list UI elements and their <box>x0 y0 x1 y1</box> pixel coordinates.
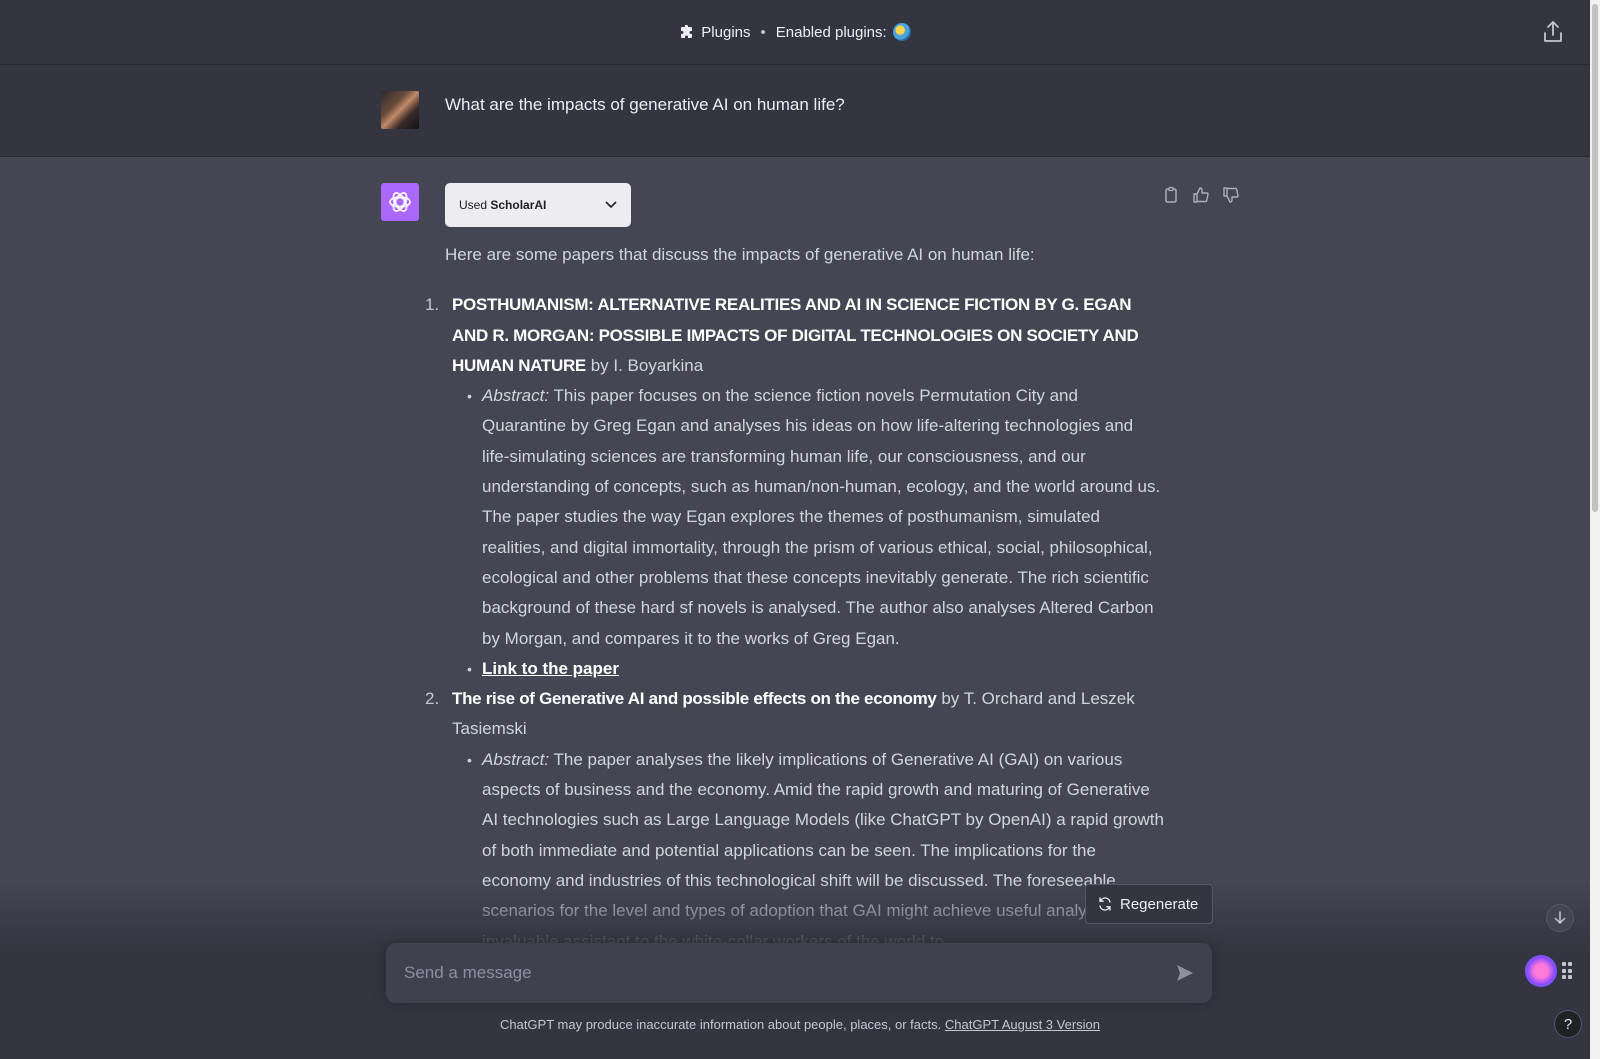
message-input[interactable] <box>404 963 1104 983</box>
arrow-down-icon <box>1554 911 1566 925</box>
drag-handle-icon[interactable] <box>1562 962 1572 980</box>
disclaimer-text: ChatGPT may produce inaccurate informati… <box>499 1017 942 1032</box>
puzzle-icon <box>681 25 693 38</box>
bullet: • <box>467 388 472 405</box>
response-intro: Here are some papers that discuss the im… <box>445 245 1035 264</box>
papers-list: 1. POSTHUMANISM: ALTERNATIVE REALITIES A… <box>425 290 1165 957</box>
assistant-response: Here are some papers that discuss the im… <box>425 240 1165 957</box>
bullet: • <box>467 751 472 768</box>
regenerate-button[interactable]: Regenerate <box>1085 884 1213 924</box>
abstract-label: Abstract: <box>482 386 550 406</box>
enabled-plugins-label: Enabled plugins: <box>775 23 887 41</box>
openai-logo-icon <box>389 192 411 212</box>
scrollbar-thumb[interactable] <box>1592 4 1598 512</box>
scholarai-plugin-icon <box>892 23 911 41</box>
top-bar: Plugins • Enabled plugins: <box>0 0 1590 65</box>
message-composer <box>386 943 1212 1003</box>
version-link[interactable]: ChatGPT August 3 Version <box>945 1017 1100 1032</box>
used-plugin-dropdown[interactable]: Used ScholarAI <box>445 183 631 227</box>
paper-title: POSTHUMANISM: ALTERNATIVE REALITIES AND … <box>452 295 1139 375</box>
thumbs-down-icon[interactable] <box>1222 186 1240 204</box>
chatgpt-avatar <box>381 183 419 221</box>
plugins-label: Plugins <box>701 23 751 41</box>
user-message-row: What are the impacts of generative AI on… <box>0 65 1590 157</box>
paper-authors: by I. Boyarkina <box>590 355 704 375</box>
send-icon[interactable] <box>1176 964 1194 982</box>
thumbs-up-icon[interactable] <box>1192 186 1210 204</box>
disclaimer-footer: ChatGPT may produce inaccurate informati… <box>0 1017 1600 1032</box>
user-avatar <box>381 91 419 129</box>
used-plugin-label: Used ScholarAI <box>459 198 547 212</box>
paper-details: • Abstract: This paper focuses on the sci… <box>467 381 1165 684</box>
share-icon[interactable] <box>1542 20 1564 44</box>
separator-dot: • <box>760 23 766 41</box>
paper-link-item: • Link to the paper <box>467 654 1165 684</box>
refresh-icon <box>1099 897 1111 911</box>
extension-icon[interactable] <box>1525 955 1557 987</box>
message-actions <box>1162 186 1240 204</box>
plugins-indicator[interactable]: Plugins <box>679 23 751 41</box>
chevron-down-icon <box>605 201 617 209</box>
paper-item: 1. POSTHUMANISM: ALTERNATIVE REALITIES A… <box>425 290 1165 684</box>
paper-link[interactable]: Link to the paper <box>482 659 619 678</box>
abstract-label: Abstract: <box>482 749 550 769</box>
help-button[interactable]: ? <box>1554 1010 1582 1038</box>
paper-number: 1. <box>425 295 440 315</box>
abstract-text: This paper focuses on the science fictio… <box>482 386 1161 648</box>
user-message-text: What are the impacts of generative AI on… <box>445 95 845 114</box>
copy-icon[interactable] <box>1162 186 1180 204</box>
scroll-down-button[interactable] <box>1546 904 1574 932</box>
bullet: • <box>467 660 472 677</box>
paper-number: 2. <box>425 689 440 709</box>
paper-abstract: • Abstract: This paper focuses on the sci… <box>467 381 1165 654</box>
regenerate-label: Regenerate <box>1120 895 1199 913</box>
paper-title: The rise of Generative AI and possible e… <box>452 689 937 709</box>
